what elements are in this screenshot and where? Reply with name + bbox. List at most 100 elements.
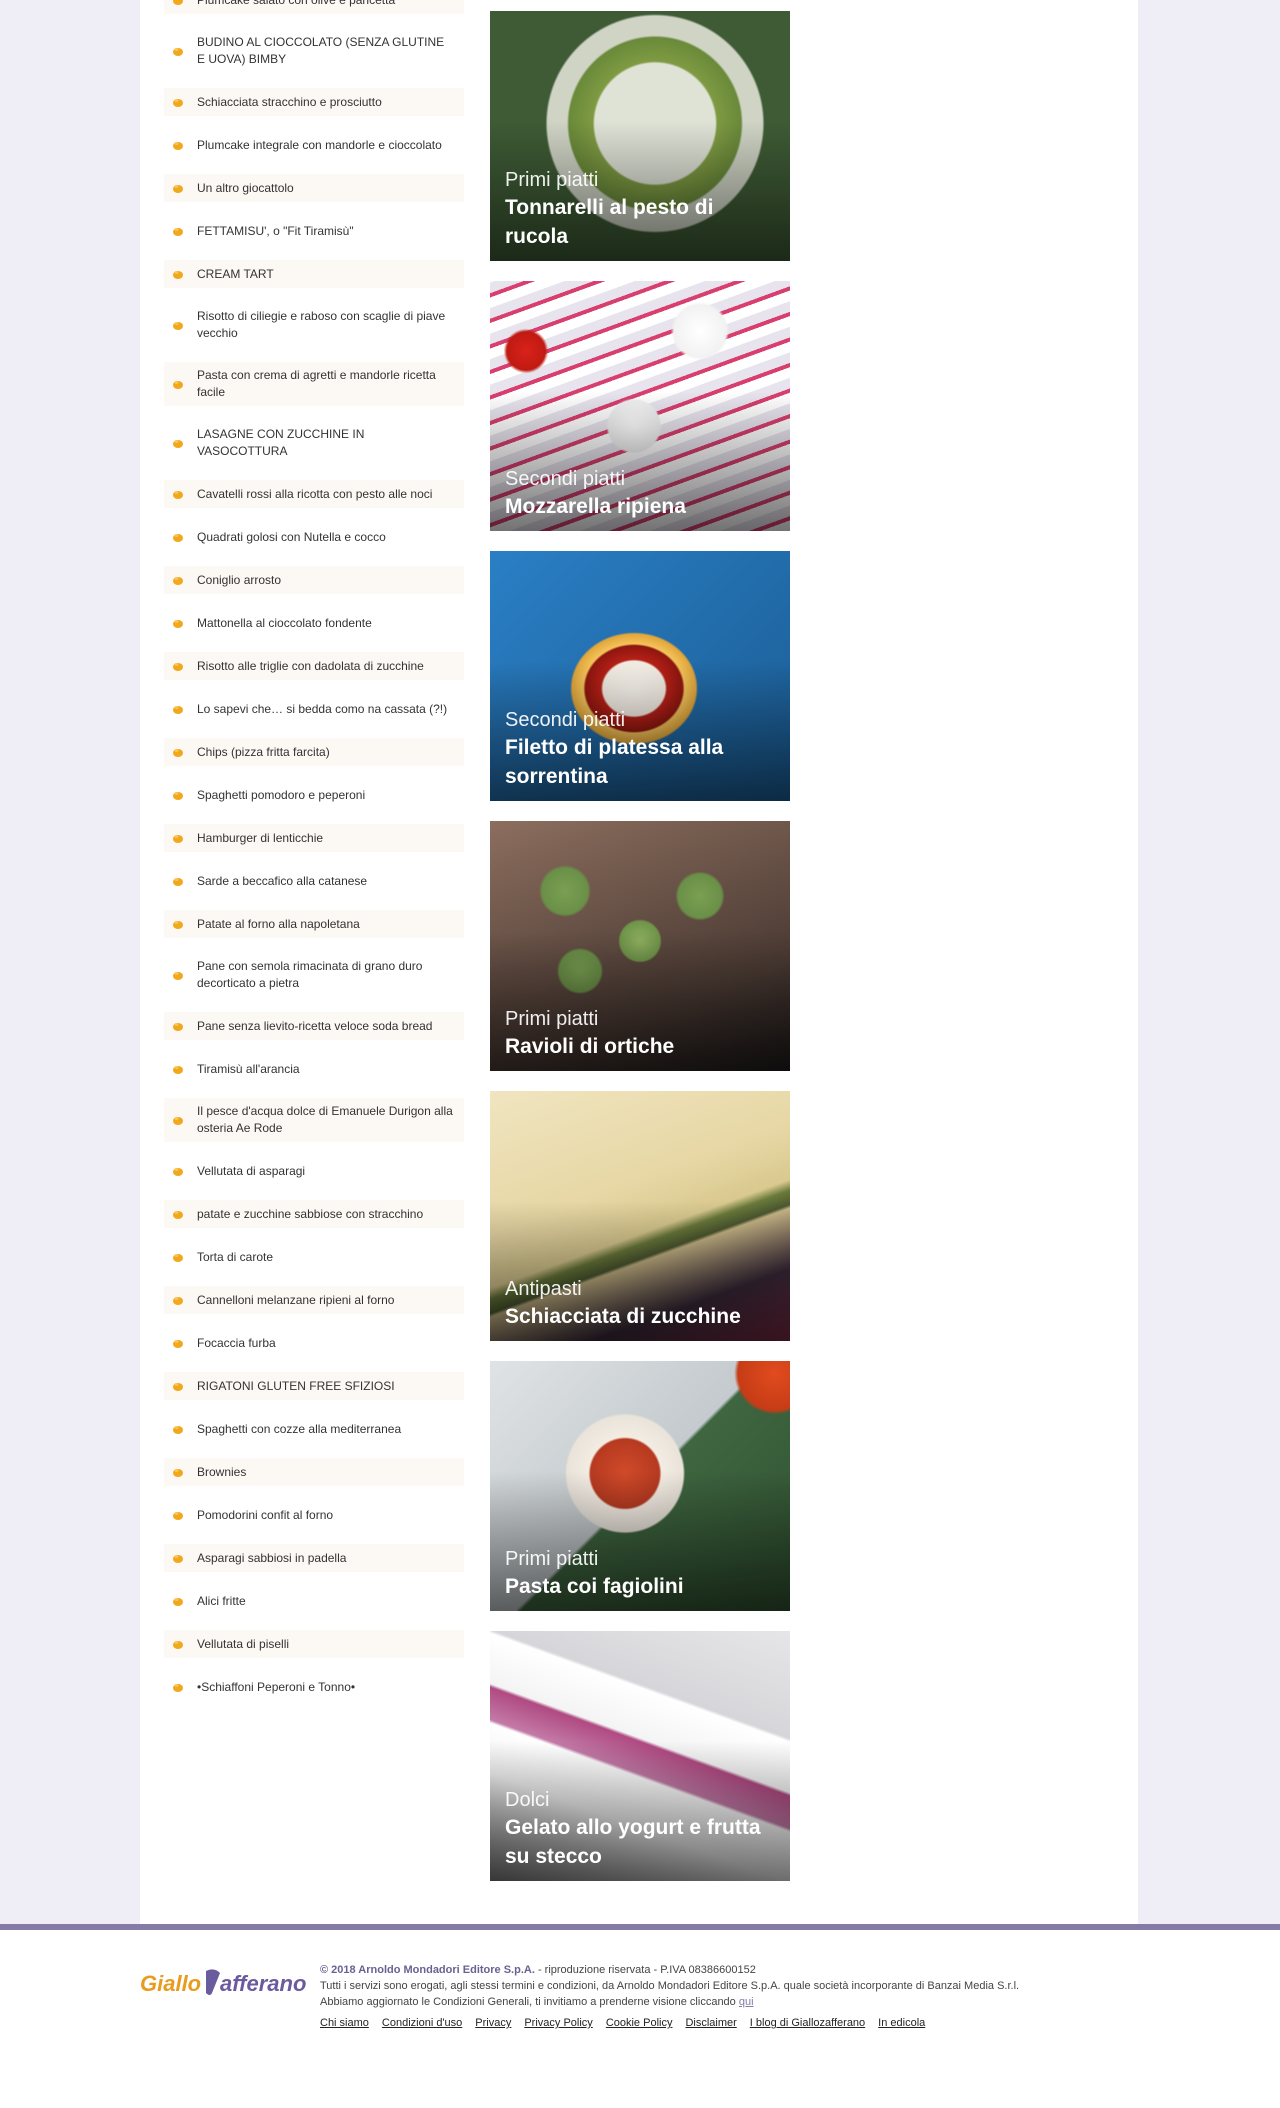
recipe-list-item[interactable]: Plumcake salato con olive e pancetta	[164, 0, 464, 14]
recipe-list-item[interactable]: Patate al forno alla napoletana	[164, 910, 464, 938]
recipe-list-item[interactable]: Mattonella al cioccolato fondente	[164, 609, 464, 637]
recipe-bullet-icon	[173, 48, 183, 56]
recipe-list-item[interactable]: Pomodorini confit al forno	[164, 1501, 464, 1529]
recipe-list-item[interactable]: BUDINO AL CIOCCOLATO (SENZA GLUTINE E UO…	[164, 29, 464, 73]
recipe-card-title: Filetto di platessa alla sorrentina	[505, 736, 724, 788]
recipe-card-category: Secondi piatti	[505, 709, 626, 731]
recipe-list-item[interactable]: patate e zucchine sabbiose con stracchin…	[164, 1200, 464, 1228]
recipe-list: Plumcake salato con olive e pancetta BUDI…	[164, 0, 464, 1701]
footer-link[interactable]: Privacy Policy	[524, 2017, 592, 2029]
recipe-bullet-icon	[173, 1469, 183, 1477]
recipe-bullet-icon	[173, 1555, 183, 1563]
recipe-label: Schiacciata stracchino e prosciutto	[197, 94, 382, 109]
recipe-card[interactable]: Primi piatti Ravioli di ortiche	[490, 821, 790, 1071]
recipe-bullet-icon	[173, 1641, 183, 1649]
recipe-bullet-icon	[173, 620, 183, 628]
recipe-bullet-icon	[173, 706, 183, 714]
recipe-list-item[interactable]: Chips (pizza fritta farcita)	[164, 738, 464, 766]
recipe-bullet-icon	[173, 271, 183, 279]
recipe-list-item[interactable]: Coniglio arrosto	[164, 566, 464, 594]
recipe-list-item[interactable]: Lo sapevi che… si bedda como na cassata …	[164, 695, 464, 723]
recipe-list-item[interactable]: Spaghetti pomodoro e peperoni	[164, 781, 464, 809]
recipe-card[interactable]: Dolci Gelato allo yogurt e frutta su stec…	[490, 1631, 790, 1881]
recipe-label: Risotto alle triglie con dadolata di zuc…	[197, 658, 424, 673]
recipe-bullet-icon	[173, 921, 183, 929]
recipe-bullet-icon	[173, 1211, 183, 1219]
recipe-card-caption: Primi piatti Ravioli di ortiche	[505, 1006, 778, 1061]
footer-link[interactable]: In edicola	[878, 2017, 925, 2029]
recipe-bullet-icon	[173, 835, 183, 843]
recipe-list-item[interactable]: Plumcake integrale con mandorle e ciocco…	[164, 131, 464, 159]
recipe-list-item[interactable]: Pasta con crema di agretti e mandorle ri…	[164, 362, 464, 406]
recipe-bullet-icon	[173, 440, 183, 448]
recipe-card-title: Schiacciata di zucchine	[505, 1305, 741, 1328]
recipe-bullet-icon	[173, 792, 183, 800]
recipe-card-title: Gelato allo yogurt e frutta su stecco	[505, 1816, 761, 1868]
recipe-label: Pasta con crema di agretti e mandorle ri…	[197, 368, 436, 399]
footer-link[interactable]: I blog di Giallozafferano	[750, 2017, 865, 2029]
recipe-list-item[interactable]: CREAM TART	[164, 260, 464, 288]
recipe-list-item[interactable]: Cavatelli rossi alla ricotta con pesto a…	[164, 480, 464, 508]
recipe-card[interactable]: Secondi piatti Filetto di platessa alla s…	[490, 551, 790, 801]
recipe-list-item[interactable]: LASAGNE CON ZUCCHINE IN VASOCOTTURA	[164, 421, 464, 465]
recipe-list-item[interactable]: Risotto alle triglie con dadolata di zuc…	[164, 652, 464, 680]
footer-copyright: © 2018 Arnoldo Mondadori Editore S.p.A.	[320, 1964, 535, 1976]
recipe-label: Cavatelli rossi alla ricotta con pesto a…	[197, 486, 433, 501]
recipe-list-item[interactable]: Vellutata di piselli	[164, 1630, 464, 1658]
recipe-list-item[interactable]: Vellutata di asparagi	[164, 1157, 464, 1185]
giallozafferano-logo[interactable]: Giallo afferano	[140, 1963, 320, 2003]
recipe-card[interactable]: Secondi piatti Mozzarella ripiena	[490, 281, 790, 531]
footer-link[interactable]: Privacy	[475, 2017, 511, 2029]
recipe-card-category: Antipasti	[505, 1278, 582, 1300]
recipe-card[interactable]: Primi piatti Tonnarelli al pesto di rucol…	[490, 11, 790, 261]
recipe-label: Vellutata di piselli	[197, 1636, 290, 1651]
recipe-list-item[interactable]: Focaccia furba	[164, 1329, 464, 1357]
recipe-list-item[interactable]: Tiramisù all'arancia	[164, 1055, 464, 1083]
recipe-list-item[interactable]: FETTAMISU', o "Fit Tiramisù"	[164, 217, 464, 245]
recipe-label: Pane senza lievito-ricetta veloce soda b…	[197, 1018, 433, 1033]
recipe-card[interactable]: Primi piatti Pasta coi fagiolini	[490, 1361, 790, 1611]
footer-legal-text: © 2018 Arnoldo Mondadori Editore S.p.A. …	[320, 1962, 1120, 2010]
recipe-label: Pomodorini confit al forno	[197, 1507, 334, 1522]
recipe-label: Plumcake salato con olive e pancetta	[197, 0, 454, 9]
recipe-card-title: Tonnarelli al pesto di rucola	[505, 196, 714, 248]
recipe-list-item[interactable]: RIGATONI GLUTEN FREE SFIZIOSI	[164, 1372, 464, 1400]
recipe-list-item[interactable]: Risotto di ciliegie e raboso con scaglie…	[164, 303, 464, 347]
recipe-list-item[interactable]: Sarde a beccafico alla catanese	[164, 867, 464, 895]
recipe-list-item[interactable]: Torta di carote	[164, 1243, 464, 1271]
recipe-list-item[interactable]: Asparagi sabbiosi in padella	[164, 1544, 464, 1572]
recipe-bullet-icon	[173, 1023, 183, 1031]
recipe-label: Alici fritte	[197, 1593, 246, 1608]
footer-link[interactable]: Condizioni d'uso	[382, 2017, 462, 2029]
recipe-label: Mattonella al cioccolato fondente	[197, 615, 372, 630]
recipe-bullet-icon	[173, 381, 183, 389]
recipe-card-category: Primi piatti	[505, 1008, 599, 1030]
recipe-list-item[interactable]: Pane con semola rimacinata di grano duro…	[164, 953, 464, 997]
recipe-list-item[interactable]: Quadrati golosi con Nutella e cocco	[164, 523, 464, 551]
recipe-list-item[interactable]: Spaghetti con cozze alla mediterranea	[164, 1415, 464, 1443]
recipe-list-item[interactable]: Schiacciata stracchino e prosciutto	[164, 88, 464, 116]
recipe-label: CREAM TART	[197, 266, 274, 281]
recipe-list-item[interactable]: Un altro giocattolo	[164, 174, 464, 202]
recipe-label: Vellutata di asparagi	[197, 1163, 306, 1178]
recipe-list-item[interactable]: Hamburger di lenticchie	[164, 824, 464, 852]
footer-link[interactable]: Chi siamo	[320, 2017, 369, 2029]
recipe-list-item[interactable]: Il pesce d'acqua dolce di Emanuele Durig…	[164, 1098, 464, 1142]
recipe-list-item[interactable]: •Schiaffoni Peperoni e Tonno•	[164, 1673, 464, 1701]
recipe-label: Coniglio arrosto	[197, 572, 282, 587]
recipe-bullet-icon	[173, 99, 183, 107]
recipe-list-item[interactable]: Brownies	[164, 1458, 464, 1486]
recipe-card[interactable]: Antipasti Schiacciata di zucchine	[490, 1091, 790, 1341]
recipe-label: Un altro giocattolo	[197, 180, 294, 195]
svg-text:Giallo: Giallo	[140, 1971, 201, 1996]
recipe-card-title: Mozzarella ripiena	[505, 495, 686, 518]
footer-copyright-rest: - riproduzione riservata - P.IVA 0838660…	[534, 1964, 756, 1976]
recipe-list-item[interactable]: Pane senza lievito-ricetta veloce soda b…	[164, 1012, 464, 1040]
footer-link[interactable]: Disclaimer	[685, 2017, 736, 2029]
footer-link[interactable]: Cookie Policy	[606, 2017, 673, 2029]
recipe-list-item[interactable]: Alici fritte	[164, 1587, 464, 1615]
recipe-label: Lo sapevi che… si bedda como na cassata …	[197, 701, 448, 716]
recipe-list-item[interactable]: Cannelloni melanzane ripieni al forno	[164, 1286, 464, 1314]
recipe-label: RIGATONI GLUTEN FREE SFIZIOSI	[197, 1378, 395, 1393]
footer-terms-link[interactable]: qui	[739, 1996, 754, 2008]
